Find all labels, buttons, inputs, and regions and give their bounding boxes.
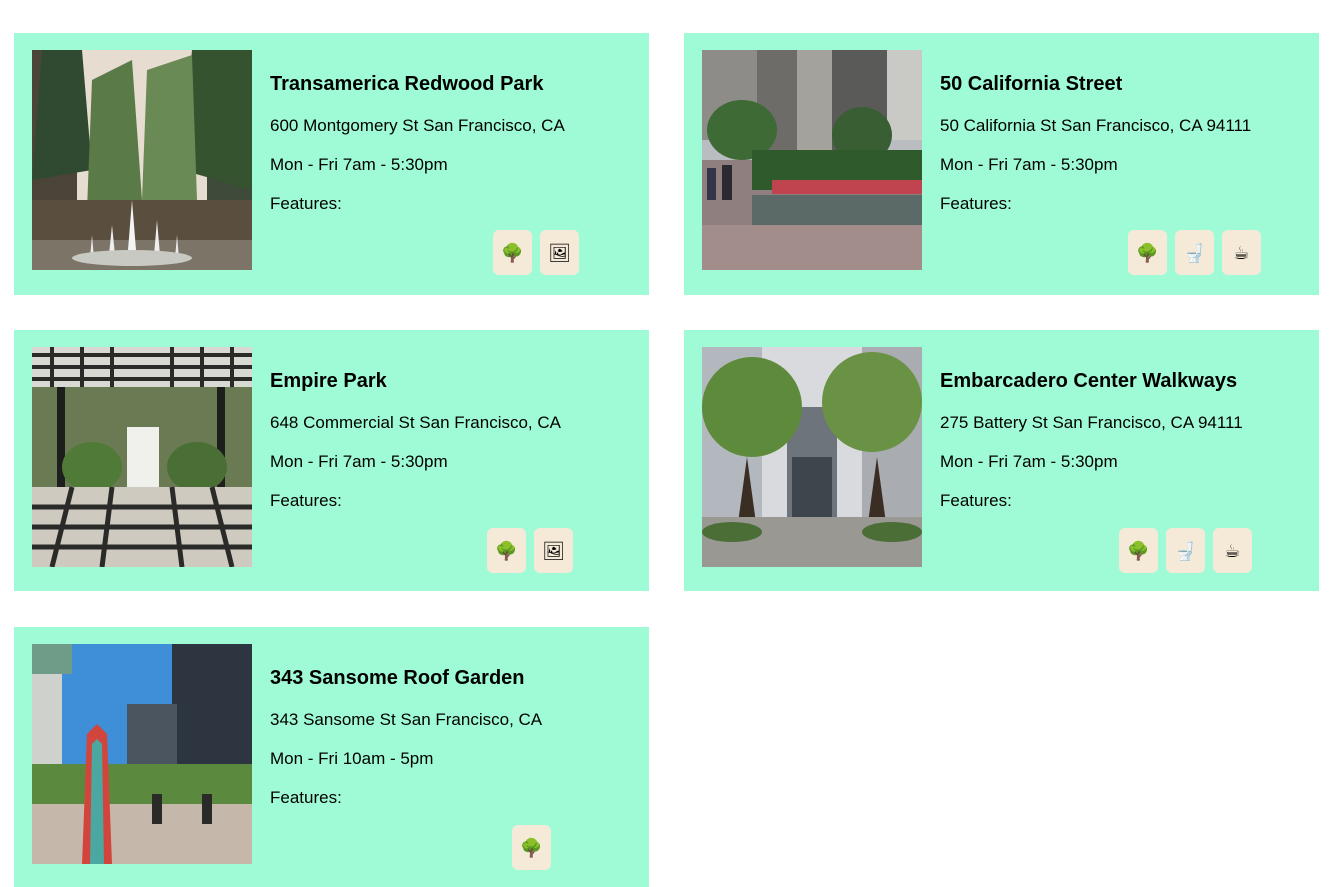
picture-icon: 🖼	[534, 528, 573, 573]
toilet-icon: 🚽	[1166, 528, 1205, 573]
tree-icon: 🌳	[1119, 528, 1158, 573]
features-label: Features:	[270, 788, 342, 807]
toilet-icon: 🚽	[1175, 230, 1214, 275]
location-address: 648 Commercial St San Francisco, CA	[270, 413, 561, 432]
features-list: 🌳	[512, 825, 551, 870]
features-list: 🌳 🚽 ☕	[1119, 528, 1252, 573]
location-card[interactable]: 50 California Street 50 California St Sa…	[684, 33, 1319, 295]
california-street-photo	[702, 50, 922, 270]
sansome-roof-photo	[32, 644, 252, 864]
features-label: Features:	[270, 194, 342, 213]
tree-icon: 🌳	[1128, 230, 1167, 275]
location-name[interactable]: Transamerica Redwood Park	[270, 72, 630, 96]
location-info: 343 Sansome Roof Garden 343 Sansome St S…	[270, 666, 630, 809]
location-name[interactable]: Empire Park	[270, 369, 630, 393]
location-address: 343 Sansome St San Francisco, CA	[270, 710, 543, 729]
features-label: Features:	[940, 491, 1012, 510]
location-name[interactable]: 50 California Street	[940, 72, 1300, 96]
location-card[interactable]: Empire Park 648 Commercial St San Franci…	[14, 330, 649, 591]
picture-icon: 🖼	[540, 230, 579, 275]
location-info: 50 California Street 50 California St Sa…	[940, 72, 1300, 215]
location-name[interactable]: Embarcadero Center Walkways	[940, 369, 1300, 393]
tree-icon: 🌳	[512, 825, 551, 870]
location-hours: Mon - Fri 7am - 5:30pm	[270, 452, 448, 471]
location-info: Transamerica Redwood Park 600 Montgomery…	[270, 72, 630, 215]
location-hours: Mon - Fri 7am - 5:30pm	[270, 155, 448, 174]
features-label: Features:	[270, 491, 342, 510]
location-address: 600 Montgomery St San Francisco, CA	[270, 116, 565, 135]
tree-icon: 🌳	[487, 528, 526, 573]
location-info: Empire Park 648 Commercial St San Franci…	[270, 369, 630, 512]
location-card[interactable]: Transamerica Redwood Park 600 Montgomery…	[14, 33, 649, 295]
location-name[interactable]: 343 Sansome Roof Garden	[270, 666, 630, 690]
features-list: 🌳 🖼	[487, 528, 573, 573]
location-info: Embarcadero Center Walkways 275 Battery …	[940, 369, 1300, 512]
redwood-park-photo	[32, 50, 252, 270]
location-hours: Mon - Fri 7am - 5:30pm	[940, 452, 1118, 471]
features-label: Features:	[940, 194, 1012, 213]
features-list: 🌳 🖼	[493, 230, 579, 275]
tree-icon: 🌳	[493, 230, 532, 275]
location-card[interactable]: 343 Sansome Roof Garden 343 Sansome St S…	[14, 627, 649, 887]
features-list: 🌳 🚽 ☕	[1128, 230, 1261, 275]
location-address: 50 California St San Francisco, CA 94111	[940, 116, 1252, 135]
location-hours: Mon - Fri 10am - 5pm	[270, 749, 434, 768]
location-address: 275 Battery St San Francisco, CA 94111	[940, 413, 1243, 432]
embarcadero-photo	[702, 347, 922, 567]
coffee-icon: ☕	[1213, 528, 1252, 573]
location-hours: Mon - Fri 7am - 5:30pm	[940, 155, 1118, 174]
location-card[interactable]: Embarcadero Center Walkways 275 Battery …	[684, 330, 1319, 591]
coffee-icon: ☕	[1222, 230, 1261, 275]
empire-park-photo	[32, 347, 252, 567]
